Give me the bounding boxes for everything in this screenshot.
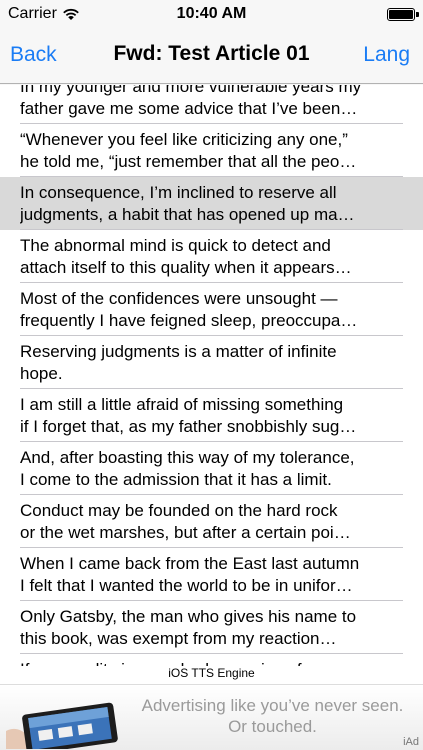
list-item-line-1: Reserving judgments is a matter of infin… (20, 342, 337, 361)
list-item[interactable]: “Whenever you feel like criticizing any … (0, 124, 423, 177)
sentence-list[interactable]: In my younger and more vulnerable years … (0, 85, 423, 666)
list-item[interactable]: Only Gatsby, the man who gives his name … (0, 601, 423, 654)
iad-logo: iAd (403, 736, 419, 748)
list-item-line-2: father gave me some advice that I’ve bee… (20, 99, 358, 118)
lang-button[interactable]: Lang (363, 43, 410, 67)
list-item-line-1: Most of the confidences were unsought — (20, 289, 338, 308)
list-item[interactable]: The abnormal mind is quick to detect and… (0, 230, 423, 283)
status-time: 10:40 AM (176, 5, 247, 22)
list-item-line-2: frequently I have feigned sleep, preoccu… (20, 311, 358, 330)
list-item-line-1: In consequence, I’m inclined to reserve … (20, 183, 337, 202)
list-item-line-2: I come to the admission that it has a li… (20, 470, 332, 489)
list-item-line-1: Only Gatsby, the man who gives his name … (20, 607, 357, 626)
list-item-line-2: this book, was exempt from my reaction… (20, 629, 337, 648)
list-item-line-1: Conduct may be founded on the hard rock (20, 501, 338, 520)
list-item-line-2: he told me, “just remember that all the … (20, 152, 357, 171)
battery-icon (387, 8, 419, 21)
status-bar: Carrier 10:40 AM (0, 0, 423, 30)
list-item-line-2: or the wet marshes, but after a certain … (20, 523, 351, 542)
list-item[interactable]: If personality is an unbroken series of (0, 654, 423, 666)
list-item-line-2: judgments, a habit that has opened up ma… (20, 205, 355, 224)
list-item-line-1: “Whenever you feel like criticizing any … (20, 130, 348, 149)
list-item[interactable]: I am still a little afraid of missing so… (0, 389, 423, 442)
list-item-line-1: I am still a little afraid of missing so… (20, 395, 344, 414)
list-item-line-1: And, after boasting this way of my toler… (20, 448, 355, 467)
list-item-line-2: attach itself to this quality when it ap… (20, 258, 352, 277)
list-item-line-2: if I forget that, as my father snobbishl… (20, 417, 357, 436)
list-item[interactable]: When I came back from the East last autu… (0, 548, 423, 601)
list-item-line-1: In my younger and more vulnerable years … (20, 85, 362, 96)
list-item[interactable]: Conduct may be founded on the hard rock o… (0, 495, 423, 548)
ipad-hand-image (6, 702, 118, 749)
page-title: Fwd: Test Article 01 (113, 42, 310, 65)
list-item-line-2: hope. (20, 364, 63, 383)
tts-engine-label: iOS TTS Engine (0, 666, 423, 684)
navigation-bar: Back Fwd: Test Article 01 Lang (0, 30, 423, 84)
list-item-line-1: When I came back from the East last autu… (20, 554, 360, 573)
list-item[interactable]: Reserving judgments is a matter of infin… (0, 336, 423, 389)
list-item[interactable]: And, after boasting this way of my toler… (0, 442, 423, 495)
ad-headline: Advertising like you’ve never seen. Or t… (141, 696, 404, 736)
list-item[interactable]: In my younger and more vulnerable years … (0, 85, 423, 124)
list-item[interactable]: In consequence, I’m inclined to reserve … (0, 177, 423, 230)
list-item-line-1: If personality is an unbroken series of (20, 659, 403, 666)
list-item[interactable]: Most of the confidences were unsought — f… (0, 283, 423, 336)
list-item-line-2: I felt that I wanted the world to be in … (20, 576, 353, 595)
list-item-line-1: The abnormal mind is quick to detect and (20, 236, 331, 255)
ad-banner[interactable]: Advertising like you’ve never seen. Or t… (0, 684, 423, 750)
